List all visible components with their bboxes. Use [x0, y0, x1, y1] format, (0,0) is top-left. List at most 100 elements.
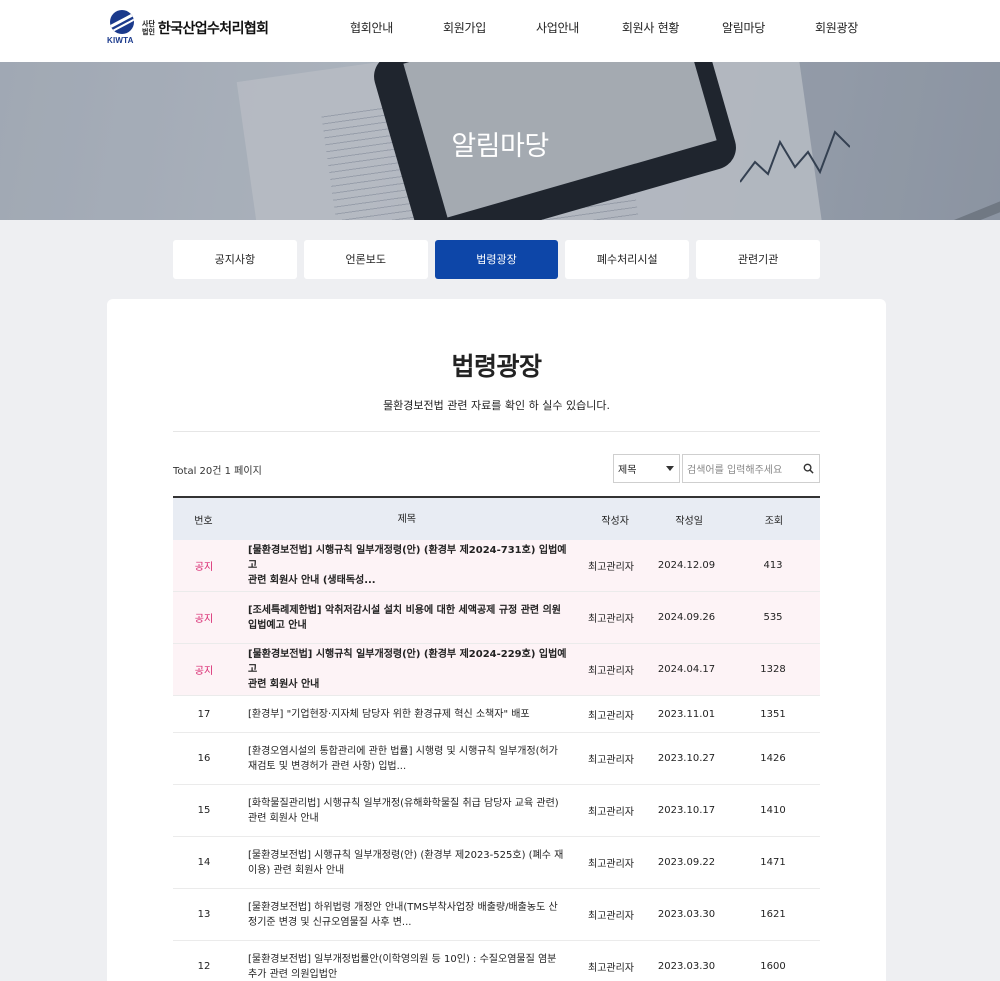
- tab-press[interactable]: 언론보도: [303, 240, 428, 279]
- total-count: Total 20건 1 페이지: [173, 466, 262, 477]
- row-title-link[interactable]: [물환경보전법] 일부개정법률안(이학영의원 등 10인) : 수질오염물질 염…: [235, 952, 575, 981]
- row-author: 최고관리자: [588, 562, 634, 573]
- table-row[interactable]: 15 [화학물질관리법] 시행규칙 일부개정(유해화학물질 취급 담당자 교육 …: [173, 785, 820, 837]
- row-views: 413: [763, 560, 783, 571]
- nav-item-business[interactable]: 사업안내: [511, 0, 604, 62]
- row-views: 1426: [760, 753, 786, 764]
- nav-item-notice[interactable]: 알림마당: [697, 0, 790, 62]
- main-nav: 협회안내 회원가입 사업안내 회원사 현황 알림마당 회원광장: [325, 0, 883, 62]
- row-title-line-2: 관련 회원사 안내: [248, 679, 320, 690]
- table-row[interactable]: 공지 [물환경보전법] 시행규칙 일부개정령(안) (환경부 제2024-731…: [173, 540, 820, 592]
- row-date: 2023.10.27: [657, 753, 716, 764]
- row-title-link[interactable]: [물환경보전법] 시행규칙 일부개정령(안) (환경부 제2023-525호) …: [235, 848, 575, 878]
- row-number: 12: [197, 961, 211, 972]
- chevron-down-icon: [666, 466, 674, 471]
- page-title: 법령광장: [451, 352, 542, 381]
- site-logo[interactable]: KIWTA 사단 법인 한국산업수처리협회: [107, 10, 269, 46]
- row-title-line-2: 재검토 및 변경허가 관련 사항) 입법...: [248, 760, 407, 772]
- site-header: KIWTA 사단 법인 한국산업수처리협회 협회안내 회원가입 사업안내 회원사…: [0, 0, 1000, 62]
- hero-title: 알림마당: [451, 131, 549, 162]
- col-views: 조회: [764, 515, 784, 527]
- nav-item-plaza[interactable]: 회원광장: [790, 0, 883, 62]
- row-title-line-1: [환경오염시설의 통합관리에 관한 법률] 시행령 및 시행규칙 일부개정(허가: [248, 745, 558, 757]
- row-title-link[interactable]: [물환경보전법] 하위법령 개정안 안내(TMS부착사업장 배출량/배출농도 산…: [235, 900, 575, 930]
- table-header: 번호 제목 작성자 작성일 조회: [173, 496, 820, 540]
- row-views: 1351: [760, 708, 786, 720]
- row-title-line-2: 관련 회원사 안내 (생태독성...: [248, 575, 376, 586]
- row-author: 최고관리자: [588, 614, 634, 625]
- row-title-line-2: 관련 회원사 안내: [248, 812, 319, 824]
- row-number: 공지: [194, 614, 214, 625]
- col-author: 작성자: [601, 515, 629, 527]
- row-number: 15: [197, 805, 211, 816]
- tab-law-plaza[interactable]: 법령광장: [434, 240, 559, 279]
- logo-name: 한국산업수처리협회: [157, 21, 269, 37]
- row-title-line-1: [화학물질관리법] 시행규칙 일부개정(유해화학물질 취급 담당자 교육 관련): [248, 797, 559, 809]
- row-number: 13: [197, 909, 211, 920]
- row-date: 2024.12.09: [657, 560, 716, 571]
- row-title-link[interactable]: [물환경보전법] 시행규칙 일부개정령(안) (환경부 제2024-229호) …: [235, 647, 575, 692]
- row-date: 2023.03.30: [657, 909, 716, 920]
- row-author: 최고관리자: [588, 666, 634, 677]
- row-title-line-1: [조세특례제한법] 악취저감시설 설치 비용에 대한 세액공제 규정 관련 의원: [248, 604, 561, 616]
- row-number: 공지: [194, 562, 214, 573]
- row-title-link[interactable]: [화학물질관리법] 시행규칙 일부개정(유해화학물질 취급 담당자 교육 관련)…: [235, 796, 575, 826]
- row-title-line-2: 정기준 변경 및 신규오염물질 사후 변...: [248, 916, 412, 928]
- logo-emblem-icon: KIWTA: [107, 10, 136, 46]
- row-title-link[interactable]: [환경부] "기업현장·지자체 담당자 위한 환경규제 혁신 소책자" 배포: [235, 707, 575, 722]
- col-date: 작성일: [675, 515, 703, 527]
- logo-small-1: 사단: [142, 20, 155, 28]
- nav-item-about[interactable]: 협회안내: [325, 0, 418, 62]
- col-title: 제목: [397, 513, 416, 525]
- row-title-line-2: 추가 관련 의원입법안: [248, 968, 338, 980]
- row-date: 2023.09.22: [657, 857, 716, 868]
- row-author: 최고관리자: [588, 859, 634, 870]
- row-title-link[interactable]: [물환경보전법] 시행규칙 일부개정령(안) (환경부 제2024-731호) …: [235, 543, 575, 588]
- tab-related-agencies[interactable]: 관련기관: [696, 240, 820, 279]
- search-input[interactable]: 검색어를 입력해주세요: [682, 454, 798, 483]
- logo-abbr: KIWTA: [107, 36, 134, 45]
- table-row[interactable]: 공지 [물환경보전법] 시행규칙 일부개정령(안) (환경부 제2024-229…: [173, 644, 820, 696]
- row-date: 2024.04.17: [657, 664, 716, 675]
- row-number: 17: [197, 708, 211, 720]
- row-number: 16: [197, 753, 211, 764]
- hero-banner: 알림마당: [0, 62, 1000, 220]
- table-row[interactable]: 12 [물환경보전법] 일부개정법률안(이학영의원 등 10인) : 수질오염물…: [173, 941, 820, 981]
- row-date: 2024.09.26: [657, 612, 716, 623]
- table-row[interactable]: 16 [환경오염시설의 통합관리에 관한 법률] 시행령 및 시행규칙 일부개정…: [173, 733, 820, 785]
- row-views: 1410: [760, 805, 786, 816]
- row-views: 1600: [760, 961, 786, 972]
- row-title-line-1: [물환경보전법] 시행규칙 일부개정령(안) (환경부 제2024-229호) …: [248, 649, 567, 675]
- nav-item-join[interactable]: 회원가입: [418, 0, 511, 62]
- row-title-line-1: [물환경보전법] 일부개정법률안(이학영의원 등 10인) : 수질오염물질 염…: [248, 953, 557, 965]
- nav-item-members[interactable]: 회원사 현황: [604, 0, 697, 62]
- logo-small-2: 법인: [142, 28, 155, 36]
- row-author: 최고관리자: [588, 710, 634, 722]
- search-icon: [803, 463, 814, 474]
- tab-wastewater-facility[interactable]: 폐수처리시설: [565, 240, 690, 279]
- row-author: 최고관리자: [588, 911, 634, 922]
- row-author: 최고관리자: [588, 755, 634, 766]
- row-title-link[interactable]: [조세특례제한법] 악취저감시설 설치 비용에 대한 세액공제 규정 관련 의원…: [235, 603, 575, 633]
- search-button[interactable]: [798, 454, 820, 483]
- row-title-line-1: [환경부] "기업현장·지자체 담당자 위한 환경규제 혁신 소책자" 배포: [248, 708, 530, 720]
- table-row[interactable]: 공지 [조세특례제한법] 악취저감시설 설치 비용에 대한 세액공제 규정 관련…: [173, 592, 820, 644]
- row-author: 최고관리자: [588, 963, 634, 974]
- row-title-line-2: 이용) 관련 회원사 안내: [248, 864, 345, 876]
- table-row[interactable]: 17 [환경부] "기업현장·지자체 담당자 위한 환경규제 혁신 소책자" 배…: [173, 696, 820, 733]
- tab-notice[interactable]: 공지사항: [173, 240, 297, 279]
- row-date: 2023.11.01: [657, 708, 716, 720]
- table-row[interactable]: 13 [물환경보전법] 하위법령 개정안 안내(TMS부착사업장 배출량/배출농…: [173, 889, 820, 941]
- page-description: 물환경보전법 관련 자료를 확인 하 실수 있습니다.: [383, 399, 610, 412]
- row-title-link[interactable]: [환경오염시설의 통합관리에 관한 법률] 시행령 및 시행규칙 일부개정(허가…: [235, 744, 575, 774]
- table-row[interactable]: 14 [물환경보전법] 시행규칙 일부개정령(안) (환경부 제2023-525…: [173, 837, 820, 889]
- row-title-line-2: 입법예고 안내: [248, 619, 307, 631]
- search-field-select[interactable]: 제목: [613, 454, 680, 483]
- search-field-value: 제목: [618, 465, 637, 476]
- row-title-line-1: [물환경보전법] 시행규칙 일부개정령(안) (환경부 제2023-525호) …: [248, 849, 564, 861]
- row-date: 2023.10.17: [657, 805, 716, 816]
- logo-org-type: 사단 법인: [142, 20, 155, 36]
- content-panel: 법령광장 물환경보전법 관련 자료를 확인 하 실수 있습니다. Total 2…: [107, 299, 886, 981]
- row-number: 공지: [194, 666, 214, 677]
- row-views: 535: [763, 612, 783, 623]
